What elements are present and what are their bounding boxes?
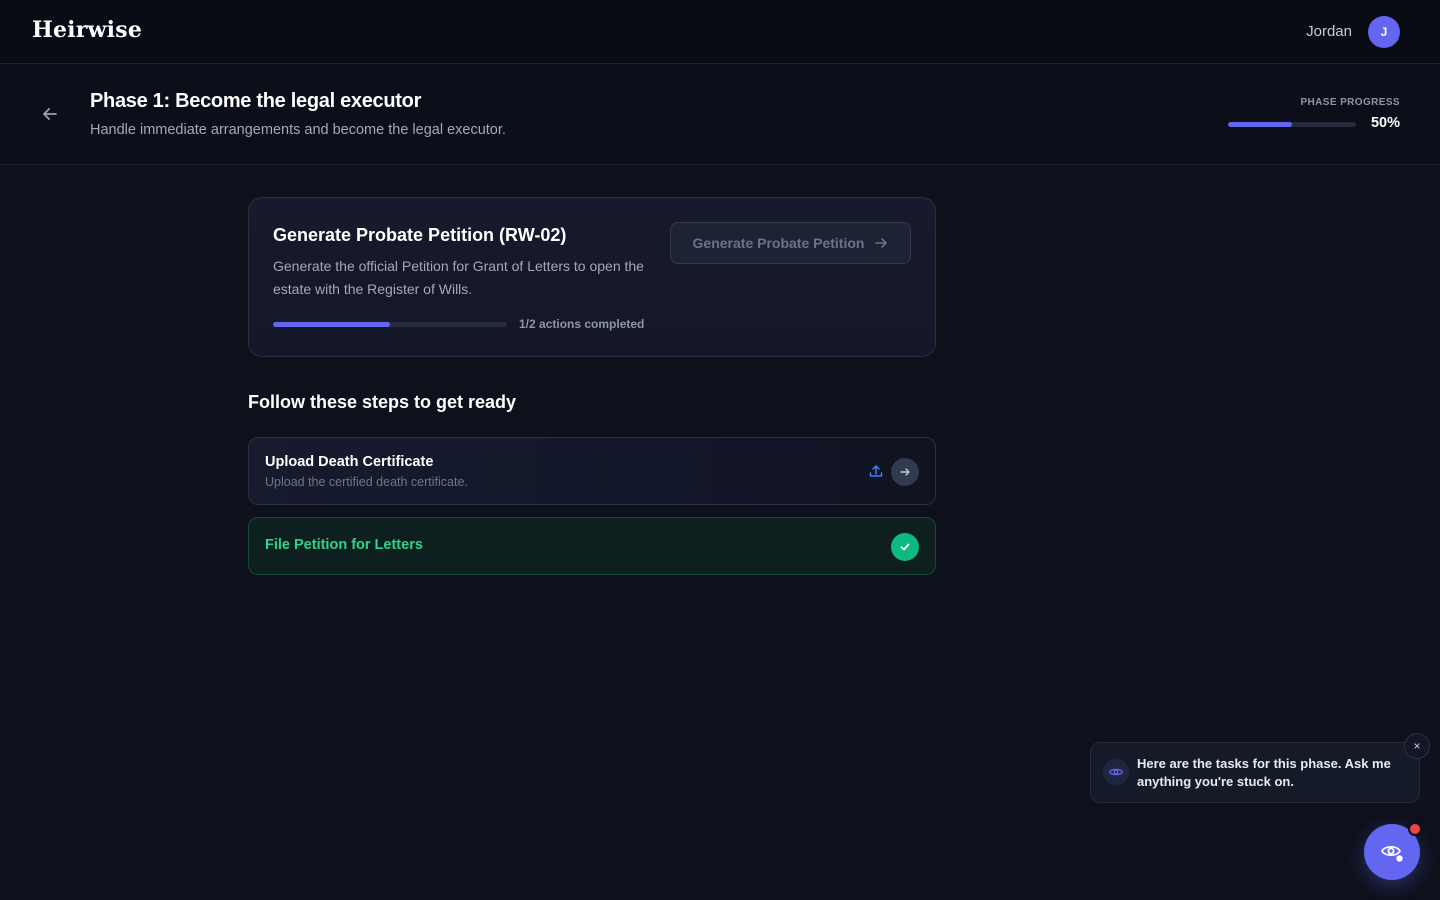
notification-badge <box>1408 822 1422 836</box>
chat-eye-icon <box>1380 845 1403 862</box>
step-open-button[interactable] <box>891 458 919 486</box>
assistant-message: Here are the tasks for this phase. Ask m… <box>1137 756 1391 789</box>
phase-progress-label: PHASE PROGRESS <box>1300 97 1400 108</box>
back-button[interactable] <box>38 102 62 126</box>
upload-icon[interactable] <box>867 462 885 480</box>
top-navigation-bar: Heirwise Jordan J <box>0 0 1440 64</box>
step-subtitle: Upload the certified death certificate. <box>265 475 468 489</box>
user-name[interactable]: Jordan <box>1306 23 1352 40</box>
actions-progress-fill <box>273 322 390 327</box>
actions-completed-text: 1/2 actions completed <box>519 317 645 331</box>
steps-heading: Follow these steps to get ready <box>248 392 517 412</box>
step-title: File Petition for Letters <box>265 537 423 553</box>
arrow-right-icon <box>900 468 910 476</box>
generate-petition-button-label: Generate Probate Petition <box>692 235 865 251</box>
arrow-right-icon <box>875 238 888 248</box>
assistant-message-bubble: Here are the tasks for this phase. Ask m… <box>1090 742 1420 803</box>
generate-petition-button[interactable]: Generate Probate Petition <box>670 222 911 264</box>
card-title: Generate Probate Petition (RW-02) <box>273 225 567 245</box>
step-title: Upload Death Certificate <box>265 454 434 470</box>
arrow-left-icon <box>43 108 57 120</box>
phase-progress-value: 50% <box>1370 115 1400 131</box>
close-assistant-button[interactable]: × <box>1404 733 1430 759</box>
completed-check-icon <box>891 533 919 561</box>
phase-subtitle: Handle immediate arrangements and become… <box>90 122 506 138</box>
phase-progress-bar <box>1228 122 1356 127</box>
step-upload-death-certificate[interactable]: Upload Death Certificate Upload the cert… <box>248 437 936 505</box>
phase-title: Phase 1: Become the legal executor <box>90 90 422 112</box>
phase-header: Phase 1: Become the legal executor Handl… <box>0 64 1440 165</box>
probate-petition-card: Generate Probate Petition (RW-02) Genera… <box>248 197 936 357</box>
assistant-eye-icon <box>1103 759 1129 785</box>
card-description: Generate the official Petition for Grant… <box>273 258 644 297</box>
user-avatar[interactable]: J <box>1368 16 1400 48</box>
step-file-petition[interactable]: File Petition for Letters <box>248 517 936 575</box>
phase-progress-fill <box>1228 122 1292 127</box>
actions-progress-bar <box>273 322 507 327</box>
app-logo[interactable]: Heirwise <box>32 17 142 43</box>
